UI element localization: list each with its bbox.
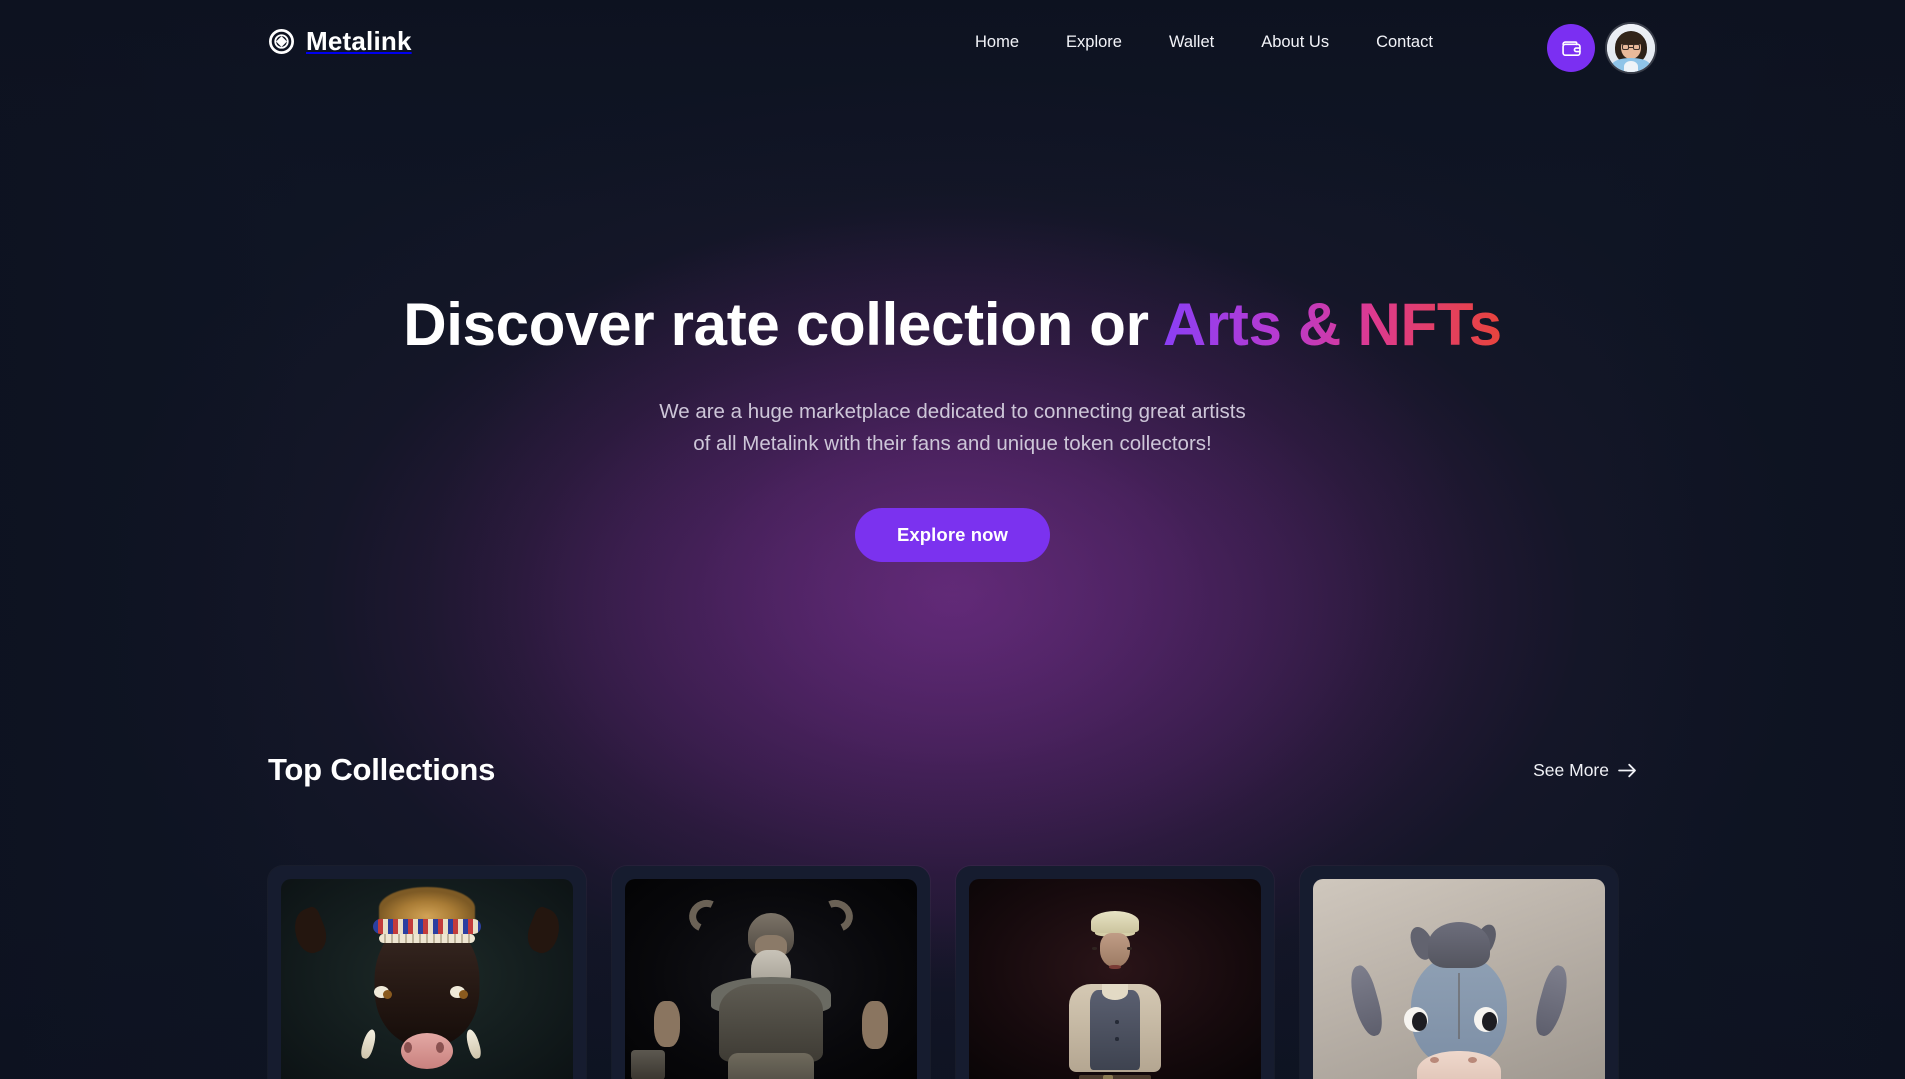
header-actions — [1547, 24, 1655, 72]
man-vest-button-2 — [1115, 1037, 1119, 1041]
collection-artwork-2 — [625, 879, 917, 1079]
viking-horn-left — [684, 895, 728, 938]
donkey-mane — [1428, 921, 1490, 968]
man-face — [1100, 932, 1130, 967]
man-vest-button-1 — [1115, 1020, 1119, 1024]
warthog-nostril-right — [435, 1041, 444, 1053]
warthog-nostril-left — [403, 1041, 412, 1053]
collection-artwork-4 — [1313, 879, 1605, 1079]
viking-armor-skirt — [728, 1053, 814, 1079]
hero-cta-wrapper: Explore now — [0, 507, 1905, 562]
warthog-ear-right — [521, 904, 567, 958]
hero-subtitle-line-1: We are a huge marketplace dedicated to c… — [659, 399, 1246, 423]
wallet-icon — [1561, 40, 1581, 56]
table-row[interactable] — [268, 866, 586, 1079]
collections-card-grid — [268, 866, 1637, 1079]
man-belt-buckle — [1103, 1075, 1114, 1079]
viking-arm-right — [861, 1000, 888, 1049]
table-row[interactable] — [1300, 866, 1618, 1079]
avatar[interactable] — [1607, 24, 1655, 72]
warthog-tusk-right — [463, 1027, 483, 1060]
collection-artwork-3 — [969, 879, 1261, 1079]
man-belt — [1079, 1075, 1151, 1079]
viking-arm-left — [654, 1000, 681, 1047]
hero-section: Discover rate collection or Arts & NFTs … — [0, 290, 1905, 562]
avatar-collar — [1624, 61, 1638, 72]
hero-subtitle-line-2: of all Metalink with their fans and uniq… — [693, 431, 1212, 455]
donkey-ear-left — [1344, 962, 1388, 1039]
viking-horn-right — [814, 895, 858, 938]
warthog-pearl-row — [379, 934, 475, 943]
target-circle-diamond-icon — [269, 29, 294, 54]
man-vest — [1090, 990, 1140, 1071]
man-eye-left — [1091, 947, 1097, 951]
viking-torso — [719, 983, 823, 1062]
arrow-right-icon — [1618, 763, 1636, 777]
warthog-ear-left — [287, 904, 333, 958]
avatar-glasses-left — [1622, 44, 1629, 50]
see-more-label: See More — [1533, 759, 1609, 780]
avatar-glasses-right — [1633, 44, 1640, 50]
man-flat-cap — [1091, 911, 1139, 934]
nav-item-home[interactable]: Home — [975, 33, 1019, 52]
see-more-link[interactable]: See More — [1533, 760, 1637, 781]
donkey-nostril-left — [1429, 1057, 1439, 1064]
page-root: Metalink Home Explore Wallet About Us Co… — [0, 0, 1905, 1079]
brand-logo-link[interactable]: Metalink — [268, 26, 412, 57]
donkey-pupil-left — [1412, 1011, 1428, 1031]
hero-title-accent: Arts & NFTs — [1162, 291, 1502, 358]
page-title: Discover rate collection or Arts & NFTs — [0, 290, 1905, 360]
man-mouth — [1109, 964, 1121, 969]
brand-name: Metalink — [306, 26, 412, 56]
donkey-ear-right — [1530, 962, 1574, 1039]
primary-navigation: Home Explore Wallet About Us Contact — [975, 33, 1433, 52]
nav-item-wallet[interactable]: Wallet — [1169, 33, 1214, 52]
avatar-glasses-bridge — [1629, 46, 1633, 48]
wallet-button[interactable] — [1547, 24, 1595, 72]
collections-section-header: Top Collections See More — [268, 752, 1637, 788]
viking-hammer — [630, 1050, 665, 1079]
nav-item-explore[interactable]: Explore — [1066, 33, 1122, 52]
hero-title-plain: Discover rate collection or — [403, 291, 1163, 358]
collection-artwork-1 — [281, 879, 573, 1079]
nav-item-contact[interactable]: Contact — [1376, 33, 1433, 52]
collections-title: Top Collections — [268, 752, 496, 787]
explore-now-button[interactable]: Explore now — [854, 507, 1051, 562]
warthog-tusk-left — [358, 1027, 378, 1060]
hero-subtitle: We are a huge marketplace dedicated to c… — [0, 396, 1905, 460]
site-header: Metalink Home Explore Wallet About Us Co… — [0, 0, 1905, 92]
table-row[interactable] — [612, 866, 930, 1079]
man-collar — [1102, 983, 1128, 1000]
warthog-beaded-headband — [373, 919, 481, 934]
donkey-nostril-right — [1467, 1057, 1477, 1064]
nav-item-about-us[interactable]: About Us — [1261, 33, 1329, 52]
donkey-face-seam — [1458, 973, 1460, 1040]
table-row[interactable] — [956, 866, 1274, 1079]
